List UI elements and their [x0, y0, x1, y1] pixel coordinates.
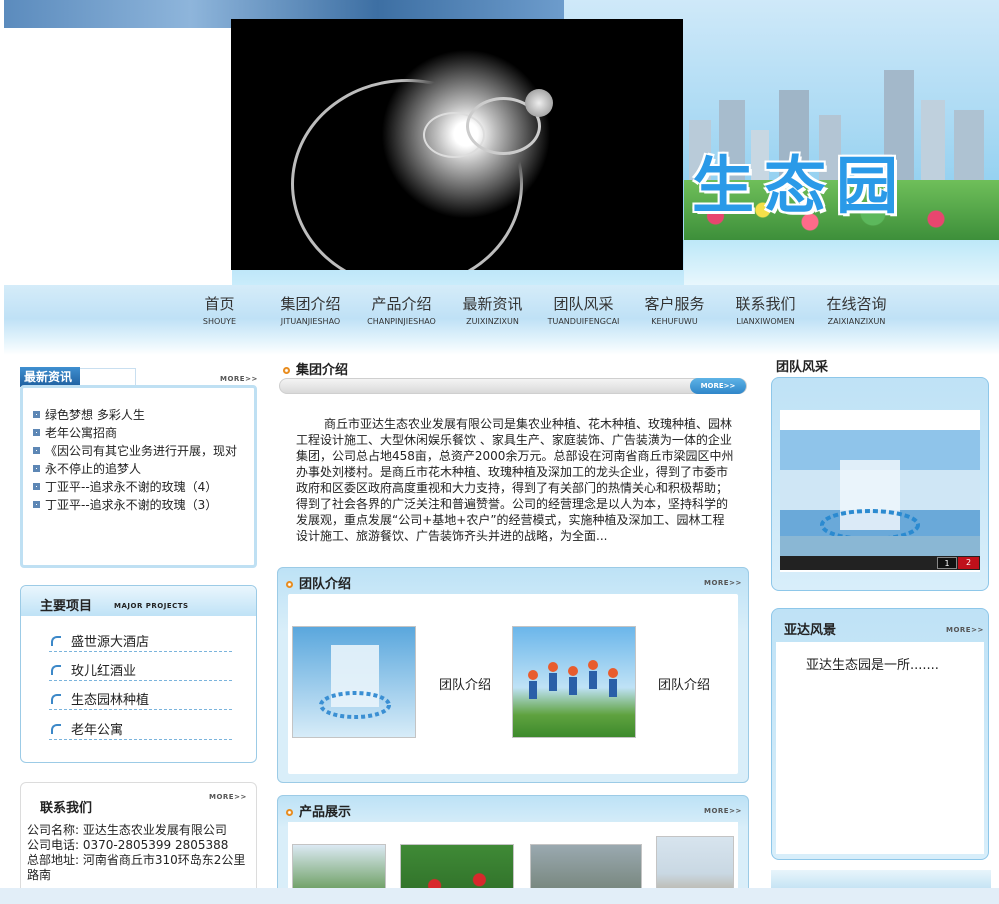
products-header: 产品展示	[286, 801, 351, 820]
banner-title: 生态园	[692, 149, 909, 222]
contact-company: 公司名称: 亚达生态农业发展有限公司	[27, 823, 227, 837]
scenery-text[interactable]: 亚达生态园是一所.......	[806, 654, 939, 673]
scenery-box: 亚达风景 MORE>> 亚达生态园是一所.......	[771, 608, 989, 860]
lens-dot	[525, 89, 553, 117]
news-box: 绿色梦想 多彩人生 老年公寓招商 《因公司有其它业务进行开展，现对 永不停止的追…	[20, 385, 257, 568]
team-caption[interactable]: 团队介绍	[658, 674, 710, 693]
team-intro-header: 团队介绍	[286, 573, 351, 592]
scenery-more-link[interactable]: MORE>>	[946, 626, 984, 634]
page: 生态园 首页 SHOUYE 集团介绍 JITUANJIESHAO 产品介绍 CHANP…	[0, 0, 999, 904]
news-list: 绿色梦想 多彩人生 老年公寓招商 《因公司有其它业务进行开展，现对 永不停止的追…	[31, 406, 251, 514]
orange-bullet-icon	[283, 367, 290, 374]
slide-page-button[interactable]: 2	[958, 557, 979, 569]
nav-item-home[interactable]: 首页 SHOUYE	[174, 293, 265, 326]
about-title: 集团介绍	[296, 363, 349, 378]
main-nav: 首页 SHOUYE 集团介绍 JITUANJIESHAO 产品介绍 CHANPINJI…	[4, 285, 999, 341]
flash-animation[interactable]	[231, 19, 683, 270]
project-item[interactable]: 盛世源大酒店	[49, 628, 232, 652]
projects-header: 主要项目 MAJOR PROJECTS	[21, 586, 256, 616]
team-caption[interactable]: 团队介绍	[439, 674, 491, 693]
team-photo-jump[interactable]	[512, 626, 636, 738]
products-title: 产品展示	[299, 805, 352, 820]
contact-address: 总部地址: 河南省商丘市310环岛东2公里路南	[27, 853, 246, 882]
footer-strip	[0, 888, 999, 904]
team-intro-title: 团队介绍	[299, 577, 352, 592]
team-photo-win[interactable]	[292, 626, 416, 738]
news-more-link[interactable]: MORE>>	[220, 375, 258, 383]
water-image	[684, 240, 999, 285]
news-title: 最新资讯	[20, 367, 80, 387]
nav-item-news[interactable]: 最新资讯 ZUIXINZIXUN	[447, 293, 538, 326]
project-item[interactable]: 生态园林种植	[49, 686, 232, 710]
team-intro-content: 团队介绍 团队介绍	[288, 594, 738, 774]
projects-box: 主要项目 MAJOR PROJECTS 盛世源大酒店 玫儿红酒业 生态园林种植 …	[20, 585, 257, 763]
team-style-title: 团队风采	[776, 360, 829, 375]
nav-item-team[interactable]: 团队风采 TUANDUIFENGCAI	[538, 293, 629, 326]
contact-phone: 公司电话: 0370-2805399 2805388	[27, 838, 229, 852]
about-divider-bar	[279, 378, 747, 394]
about-text: 商丘市亚达生态农业发展有限公司是集农业种植、花木种植、玫瑰种植、园林工程设计施工…	[296, 417, 734, 543]
orange-bullet-icon	[286, 809, 293, 816]
news-item[interactable]: 《因公司有其它业务进行开展，现对	[31, 442, 251, 460]
team-intro-box: 团队介绍 MORE>> 团队介绍 团队介绍	[277, 567, 749, 783]
projects-subtitle: MAJOR PROJECTS	[114, 602, 189, 610]
contact-more-link[interactable]: MORE>>	[209, 793, 247, 801]
nav-item-consult[interactable]: 在线咨询 ZAIXIANZIXUN	[811, 293, 902, 326]
project-item[interactable]: 老年公寓	[49, 716, 232, 740]
news-item[interactable]: 老年公寓招商	[31, 424, 251, 442]
scenery-title: 亚达风景	[784, 623, 837, 638]
orange-bullet-icon	[286, 581, 293, 588]
news-item[interactable]: 丁亚平--追求永不谢的玫瑰（4）	[31, 478, 251, 496]
project-item[interactable]: 玫儿红酒业	[49, 657, 232, 681]
about-header: 集团介绍	[283, 359, 348, 378]
news-item[interactable]: 丁亚平--追求永不谢的玫瑰（3）	[31, 496, 251, 514]
nav-shadow	[4, 341, 999, 355]
nav-item-group-intro[interactable]: 集团介绍 JITUANJIESHAO	[265, 293, 356, 326]
slide-page-button[interactable]: 1	[937, 557, 957, 569]
about-more-button[interactable]: MORE>>	[690, 378, 746, 394]
banner-blank-area	[4, 28, 232, 285]
scenery-content: 亚达生态园是一所.......	[776, 642, 984, 854]
team-win-graphic	[319, 645, 391, 719]
nav-item-service[interactable]: 客户服务 KEHUFUWU	[629, 293, 720, 326]
team-style-box: 1 2	[771, 377, 989, 591]
team-intro-more-link[interactable]: MORE>>	[704, 579, 742, 587]
news-item[interactable]: 绿色梦想 多彩人生	[31, 406, 251, 424]
team-style-slideshow[interactable]	[780, 410, 980, 572]
projects-title: 主要项目	[40, 599, 93, 614]
nav-item-contact[interactable]: 联系我们 LIANXIWOMEN	[720, 293, 811, 326]
team-style-slide-image	[780, 410, 980, 570]
team-jump-graphic	[528, 660, 618, 699]
contact-box: 联系我们 MORE>> 公司名称: 亚达生态农业发展有限公司 公司电话: 037…	[20, 782, 257, 904]
news-item[interactable]: 永不停止的追梦人	[31, 460, 251, 478]
nav-item-products[interactable]: 产品介绍 CHANPINJIESHAO	[356, 293, 447, 326]
contact-title: 联系我们	[40, 801, 93, 816]
products-more-link[interactable]: MORE>>	[704, 807, 742, 815]
